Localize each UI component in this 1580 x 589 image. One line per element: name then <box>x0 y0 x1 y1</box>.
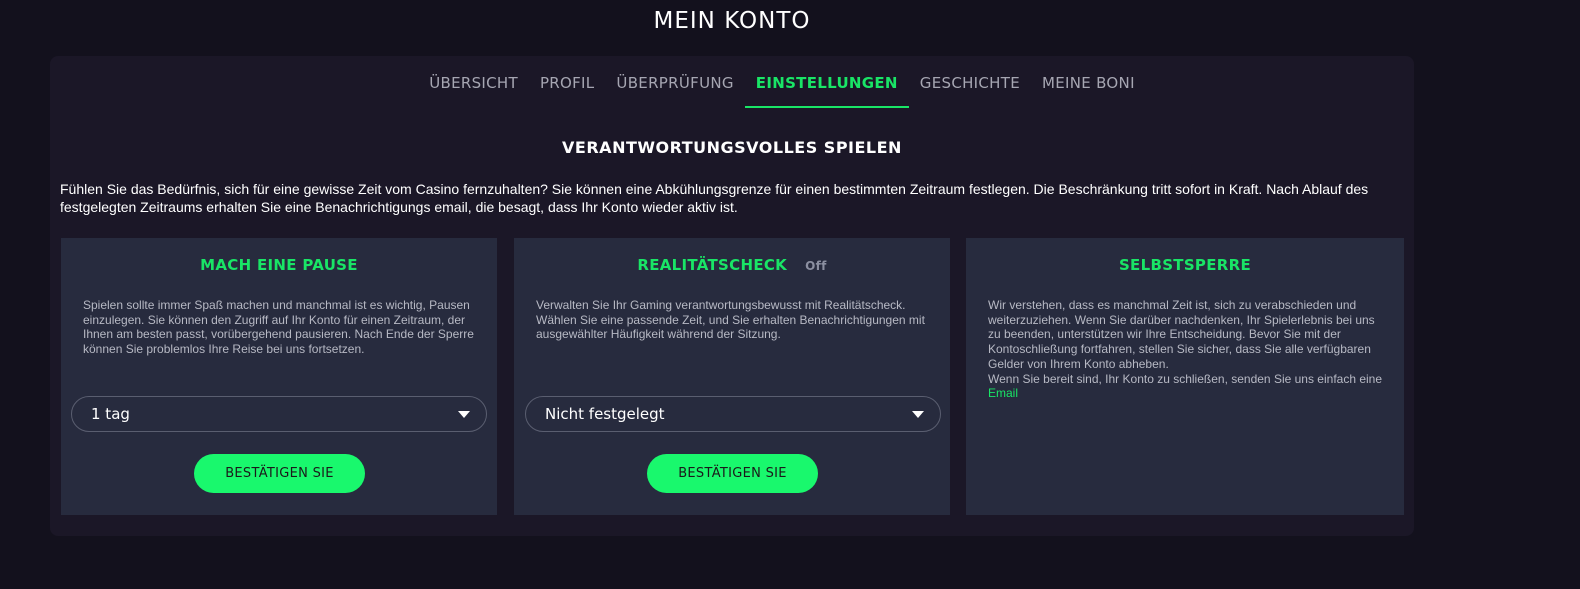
tab-bonuses[interactable]: MEINE BONI <box>1031 74 1146 108</box>
reality-check-title-row: REALITÄTSCHECK Off <box>514 256 950 274</box>
reality-check-card: REALITÄTSCHECK Off Verwalten Sie Ihr Gami… <box>514 238 950 515</box>
tab-profile[interactable]: PROFIL <box>529 74 605 108</box>
intro-text: Fühlen Sie das Bedürfnis, sich für eine … <box>60 181 1369 215</box>
self-exclusion-text: Wir verstehen, dass es manchmal Zeit ist… <box>988 298 1383 401</box>
account-panel: ÜBERSICHT PROFIL ÜBERPRÜFUNG EINSTELLUNG… <box>50 56 1414 536</box>
caret-down-icon <box>458 410 470 418</box>
reality-check-status[interactable]: Off <box>805 259 827 273</box>
tab-verification[interactable]: ÜBERPRÜFUNG <box>605 74 744 108</box>
tab-history[interactable]: GESCHICHTE <box>909 74 1031 108</box>
self-exclusion-paragraph-2: Wenn Sie bereit sind, Ihr Konto zu schli… <box>988 371 1383 386</box>
pause-confirm-button[interactable]: BESTÄTIGEN SIE <box>194 454 365 493</box>
self-exclusion-card: SELBSTSPERRE Wir verstehen, dass es manc… <box>966 238 1404 515</box>
self-exclusion-title: SELBSTSPERRE <box>1118 256 1252 274</box>
reality-check-title: REALITÄTSCHECK <box>637 256 788 274</box>
self-exclusion-paragraph: Wir verstehen, dass es manchmal Zeit ist… <box>988 298 1375 371</box>
page-title: MEIN KONTO <box>653 8 811 34</box>
section-title: VERANTWORTUNGSVOLLES SPIELEN <box>562 138 902 157</box>
email-link[interactable]: Email <box>988 386 1018 400</box>
reality-check-text: Verwalten Sie Ihr Gaming verantwortungsb… <box>536 298 925 342</box>
pause-duration-value: 1 tag <box>91 405 130 423</box>
account-tabs: ÜBERSICHT PROFIL ÜBERPRÜFUNG EINSTELLUNG… <box>100 74 1464 108</box>
caret-down-icon <box>912 410 924 418</box>
tab-settings[interactable]: EINSTELLUNGEN <box>744 74 909 108</box>
reality-check-value: Nicht festgelegt <box>545 405 665 423</box>
tab-overview[interactable]: ÜBERSICHT <box>418 74 529 108</box>
pause-duration-select[interactable]: 1 tag <box>71 396 487 432</box>
reality-check-select[interactable]: Nicht festgelegt <box>525 396 941 432</box>
reality-check-confirm-button[interactable]: BESTÄTIGEN SIE <box>647 454 818 493</box>
pause-card-text: Spielen sollte immer Spaß machen und man… <box>83 298 474 357</box>
pause-card-title: MACH EINE PAUSE <box>200 256 358 274</box>
pause-card: MACH EINE PAUSE Spielen sollte immer Spa… <box>61 238 497 515</box>
